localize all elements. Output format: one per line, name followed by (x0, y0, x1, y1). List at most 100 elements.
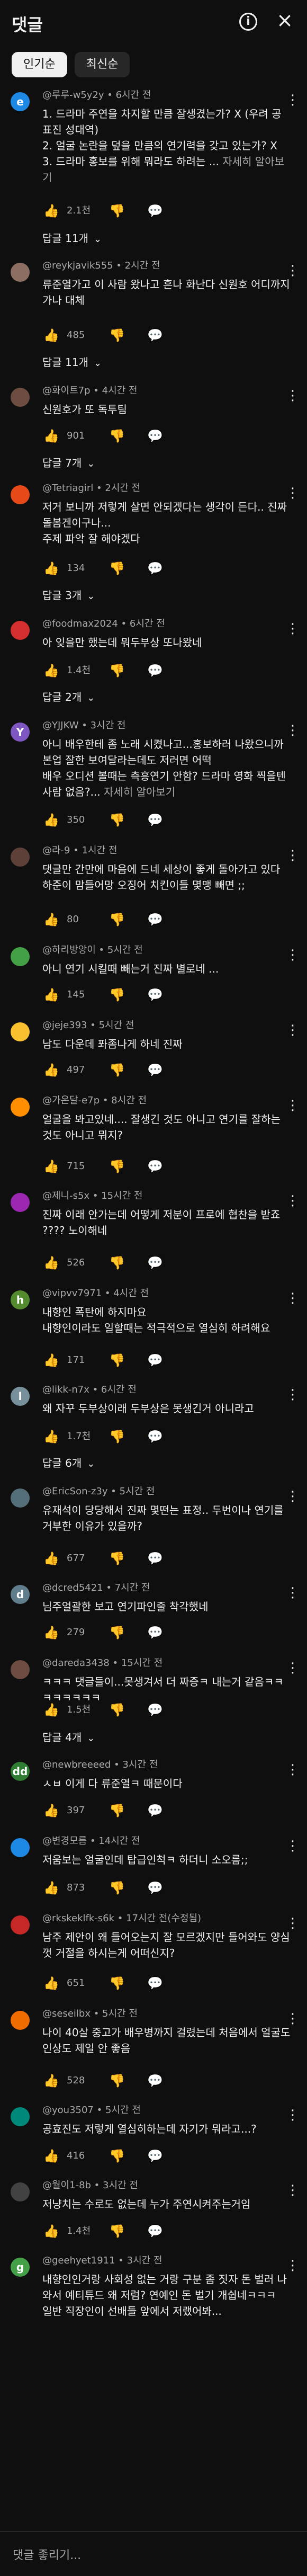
comment-author-meta[interactable]: @foodmax2024 • 6시간 전 (42, 618, 291, 630)
more-vert-icon[interactable]: ⋮ (286, 1660, 300, 1679)
avatar[interactable]: g (11, 2258, 30, 2277)
avatar[interactable] (11, 485, 30, 504)
avatar[interactable]: h (11, 1290, 30, 1309)
thumb-down-icon[interactable]: 👎 (108, 2146, 126, 2165)
comment-author-meta[interactable]: @reykjavik555 • 2시간 전 (42, 260, 291, 272)
thumb-down-icon[interactable]: 👎 (108, 1427, 126, 1446)
info-icon[interactable]: i (239, 13, 257, 31)
comment-author-meta[interactable]: @dcred5421 • 7시간 전 (42, 1582, 291, 1594)
comment-author-meta[interactable]: @vipvv7971 • 4시간 전 (42, 1287, 291, 1300)
comment-author-meta[interactable]: @EricSon-z3y • 5시간 전 (42, 1485, 291, 1498)
thumb-down-icon[interactable]: 👎 (108, 2222, 126, 2241)
comment-author-meta[interactable]: @you3507 • 5시간 전 (42, 2104, 291, 2117)
more-vert-icon[interactable]: ⋮ (286, 485, 300, 504)
avatar[interactable] (11, 947, 30, 966)
thumb-down-icon[interactable]: 👎 (108, 2071, 126, 2090)
reply-icon[interactable]: 💬 (146, 1549, 164, 1568)
read-more-link[interactable]: 자세히 알아보기 (104, 786, 175, 798)
reply-icon[interactable]: 💬 (146, 2146, 164, 2165)
reply-icon[interactable]: 💬 (146, 201, 164, 220)
thumb-up-icon[interactable]: 👍 (42, 1974, 60, 1993)
avatar[interactable] (11, 388, 30, 407)
avatar[interactable] (11, 2011, 30, 2030)
replies-toggle[interactable]: 답글 2개 ⌄ (42, 689, 95, 706)
more-vert-icon[interactable]: ⋮ (286, 848, 300, 867)
avatar[interactable]: d (11, 1585, 30, 1604)
comment-author-meta[interactable]: @seseilbx • 5시간 전 (42, 2008, 291, 2020)
reply-icon[interactable]: 💬 (146, 910, 164, 929)
thumb-down-icon[interactable]: 👎 (108, 810, 126, 830)
reply-icon[interactable]: 💬 (146, 1157, 164, 1176)
reply-icon[interactable]: 💬 (146, 1700, 164, 1719)
reply-icon[interactable]: 💬 (146, 559, 164, 578)
thumb-up-icon[interactable]: 👍 (42, 1351, 60, 1370)
more-vert-icon[interactable]: ⋮ (286, 92, 300, 111)
more-vert-icon[interactable]: ⋮ (286, 1387, 300, 1406)
reply-icon[interactable]: 💬 (146, 985, 164, 1004)
thumb-up-icon[interactable]: 👍 (42, 910, 60, 929)
thumb-up-icon[interactable]: 👍 (42, 810, 60, 830)
comment-author-meta[interactable]: @하리방앙이 • 5시간 전 (42, 944, 291, 957)
more-vert-icon[interactable]: ⋮ (286, 2107, 300, 2126)
avatar[interactable] (11, 848, 30, 867)
more-vert-icon[interactable]: ⋮ (286, 1488, 300, 1508)
thumb-up-icon[interactable]: 👍 (42, 985, 60, 1004)
avatar[interactable] (11, 1098, 30, 1117)
comment-author-meta[interactable]: @변경모름 • 14시간 전 (42, 1835, 291, 1848)
thumb-down-icon[interactable]: 👎 (108, 985, 126, 1004)
reply-icon[interactable]: 💬 (146, 1253, 164, 1272)
reply-icon[interactable]: 💬 (146, 1974, 164, 1993)
more-vert-icon[interactable]: ⋮ (286, 1022, 300, 1041)
thumb-down-icon[interactable]: 👎 (108, 661, 126, 680)
thumb-up-icon[interactable]: 👍 (42, 1060, 60, 1080)
reply-icon[interactable]: 💬 (146, 1801, 164, 1820)
more-vert-icon[interactable]: ⋮ (286, 2182, 300, 2201)
replies-toggle[interactable]: 답글 7개 ⌄ (42, 454, 95, 471)
thumb-down-icon[interactable]: 👎 (108, 426, 126, 445)
tab-popular[interactable]: 인기순 (12, 52, 67, 77)
thumb-down-icon[interactable]: 👎 (108, 1700, 126, 1719)
more-vert-icon[interactable]: ⋮ (286, 1915, 300, 1935)
tab-latest[interactable]: 최신순 (74, 52, 130, 77)
comment-author-meta[interactable]: @가온달-e7p • 8시간 전 (42, 1094, 291, 1107)
comment-author-meta[interactable]: @geehyet1911 • 3시간 전 (42, 2254, 291, 2267)
more-vert-icon[interactable]: ⋮ (286, 947, 300, 966)
replies-toggle[interactable]: 답글 3개 ⌄ (42, 587, 95, 604)
thumb-up-icon[interactable]: 👍 (42, 1700, 60, 1719)
thumb-up-icon[interactable]: 👍 (42, 2222, 60, 2241)
thumb-down-icon[interactable]: 👎 (108, 1878, 126, 1897)
avatar[interactable] (11, 2182, 30, 2201)
reply-icon[interactable]: 💬 (146, 326, 164, 345)
more-vert-icon[interactable]: ⋮ (286, 1838, 300, 1857)
thumb-down-icon[interactable]: 👎 (108, 201, 126, 220)
thumb-up-icon[interactable]: 👍 (42, 559, 60, 578)
avatar[interactable] (11, 1915, 30, 1935)
avatar[interactable] (11, 2107, 30, 2126)
avatar[interactable]: l (11, 1387, 30, 1406)
replies-toggle[interactable]: 답글 6개 ⌄ (42, 1455, 95, 1472)
comment-author-meta[interactable]: @월이1-8b • 3시간 전 (42, 2179, 291, 2192)
reply-icon[interactable]: 💬 (146, 1623, 164, 1642)
thumb-down-icon[interactable]: 👎 (108, 1157, 126, 1176)
comment-author-meta[interactable]: @Tetriagirl • 2시간 전 (42, 482, 291, 495)
avatar[interactable]: Y (11, 723, 30, 742)
avatar[interactable] (11, 1022, 30, 1041)
comment-author-meta[interactable]: @dareda3438 • 15시간 전 (42, 1657, 291, 1670)
thumb-up-icon[interactable]: 👍 (42, 1801, 60, 1820)
comment-author-meta[interactable]: @jeje393 • 5시간 전 (42, 1019, 291, 1032)
comment-author-meta[interactable]: @likk-n7x • 6시간 전 (42, 1384, 291, 1396)
more-vert-icon[interactable]: ⋮ (286, 263, 300, 282)
reply-icon[interactable]: 💬 (146, 1060, 164, 1080)
avatar[interactable]: e (11, 92, 30, 111)
thumb-up-icon[interactable]: 👍 (42, 2071, 60, 2090)
avatar[interactable] (11, 1488, 30, 1508)
thumb-up-icon[interactable]: 👍 (42, 426, 60, 445)
replies-toggle[interactable]: 답글 4개 ⌄ (42, 1729, 95, 1746)
reply-icon[interactable]: 💬 (146, 426, 164, 445)
thumb-down-icon[interactable]: 👎 (108, 1623, 126, 1642)
thumb-down-icon[interactable]: 👎 (108, 1060, 126, 1080)
thumb-up-icon[interactable]: 👍 (42, 1623, 60, 1642)
more-vert-icon[interactable]: ⋮ (286, 1290, 300, 1309)
more-vert-icon[interactable]: ⋮ (286, 388, 300, 407)
reply-icon[interactable]: 💬 (146, 2071, 164, 2090)
